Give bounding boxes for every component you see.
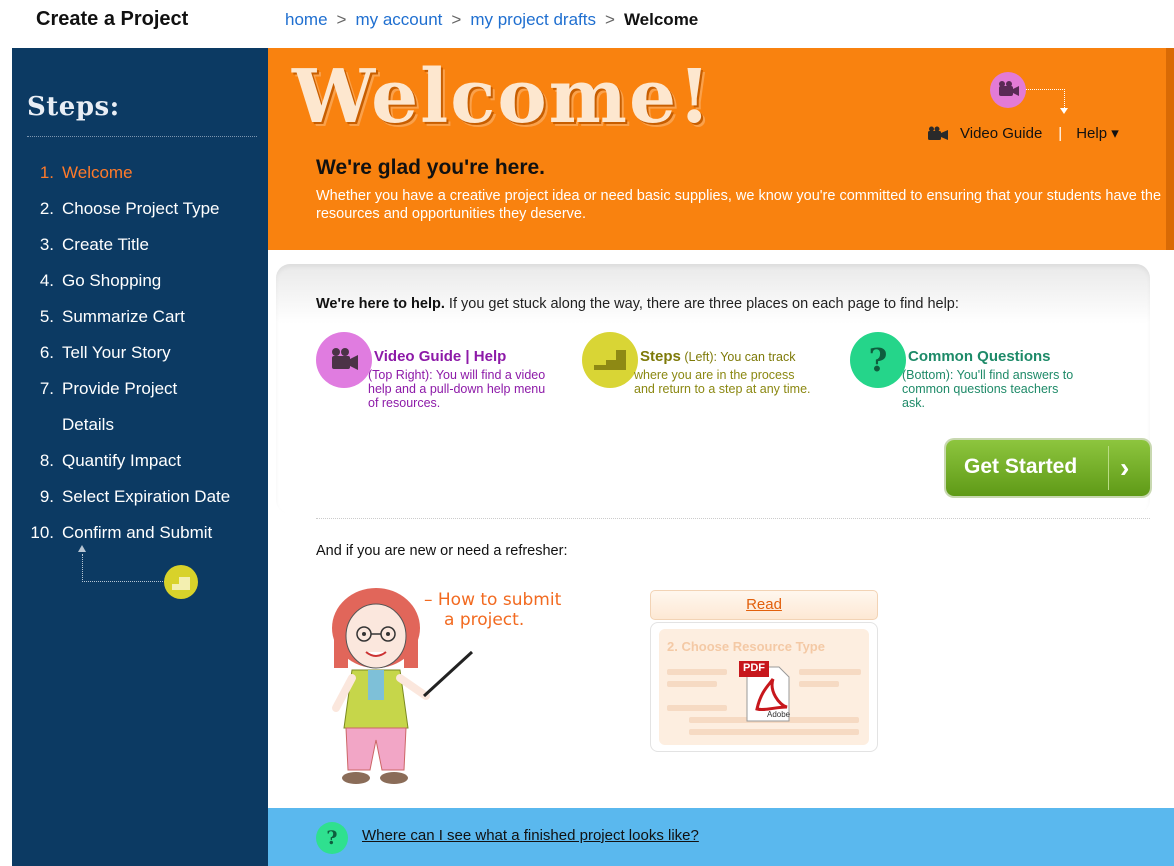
step-number: 10. — [30, 523, 54, 542]
hero-edge — [1166, 48, 1174, 250]
steps-help-inline: (Left): You can track — [680, 350, 796, 364]
question-icon: ? — [316, 822, 348, 854]
finished-project-link[interactable]: Where can I see what a finished project … — [362, 827, 699, 844]
welcome-text: Whether you have a creative project idea… — [316, 188, 1162, 222]
link-separator: | — [1058, 124, 1063, 142]
video-guide-label: Video Guide — [960, 124, 1043, 142]
pdf-label: PDF — [743, 662, 765, 674]
step-label: Go Shopping — [62, 271, 162, 290]
steps-help-title: Steps (Left): You can track — [640, 348, 796, 365]
steps-title: Steps: — [27, 92, 120, 122]
adobe-label: Adobe — [767, 710, 791, 719]
breadcrumb-separator: > — [336, 10, 347, 29]
step-item-choose-project-type[interactable]: 2. Choose Project Type — [12, 194, 262, 230]
pdf-icon: PDF Adobe — [739, 661, 795, 723]
doc-preview: 2. Choose Resource Type PDF Adobe — [659, 629, 869, 745]
step-number: 3. — [39, 235, 54, 254]
steps-sidebar: Steps: 1. Welcome 2. Choose Project Type 3… — [12, 48, 268, 866]
step-label: Choose Project Type — [62, 199, 220, 218]
step-number: 4. — [39, 271, 54, 290]
step-label: Welcome — [62, 163, 133, 182]
button-divider — [1108, 446, 1109, 490]
step-number: 5. — [39, 307, 54, 326]
step-label: Quantify Impact — [62, 451, 182, 470]
questions-help-desc: (Bottom): You'll find answers to common … — [902, 368, 1074, 410]
refresher-text: And if you are new or need a refresher: — [316, 543, 568, 559]
help-intro-bold: We're here to help. — [316, 296, 445, 312]
breadcrumb-current: Welcome — [623, 10, 699, 29]
steps-divider — [27, 136, 257, 137]
video-help-title: Video Guide | Help — [374, 348, 507, 365]
question-icon: ? — [850, 332, 906, 388]
step-item-confirm-and-submit[interactable]: 10. Confirm and Submit — [12, 518, 262, 554]
step-item-welcome[interactable]: 1. Welcome — [12, 158, 262, 194]
steps-help-title-bold: Steps — [640, 348, 681, 365]
help-intro: We're here to help. If you get stuck alo… — [316, 296, 959, 312]
help-dropdown[interactable]: Help ▾ — [1076, 124, 1119, 142]
down-arrow-icon — [1060, 108, 1068, 114]
step-number: 6. — [39, 343, 54, 362]
step-number: 1. — [39, 163, 54, 182]
questions-help-title: Common Questions — [908, 348, 1051, 365]
welcome-title: Welcome! — [292, 54, 713, 140]
step-label: Summarize Cart — [62, 307, 185, 326]
steps-stairs-icon — [582, 332, 638, 388]
steps-list: 1. Welcome 2. Choose Project Type 3. Create… — [12, 158, 262, 554]
video-guide-link[interactable]: Video Guide — [928, 125, 1042, 142]
step-number: 9. — [39, 487, 54, 506]
step-item-provide-project-details[interactable]: 7. Provide Project Details — [12, 374, 262, 446]
page-title: Create a Project — [36, 8, 189, 30]
breadcrumb-separator: > — [451, 10, 462, 29]
steps-help-desc: where you are in the process and return … — [634, 368, 811, 396]
step-label: Provide Project Details — [62, 379, 178, 434]
top-bar: Create a Project home > my account > my proj… — [0, 0, 1174, 46]
common-questions-bar: ? Where can I see what a finished projec… — [268, 808, 1174, 866]
video-camera-icon — [928, 126, 948, 140]
step-item-quantify-impact[interactable]: 8. Quantify Impact — [12, 446, 262, 482]
caption-line-1: – How to submit — [424, 590, 562, 610]
read-link[interactable]: Read — [746, 596, 782, 613]
help-intro-text: If you get stuck along the way, there ar… — [444, 296, 959, 312]
step-item-summarize-cart[interactable]: 5. Summarize Cart — [12, 302, 262, 338]
chevron-right-icon: › — [1120, 452, 1130, 483]
dotted-connector — [82, 554, 175, 582]
pdf-preview-card[interactable]: 2. Choose Resource Type PDF Adobe — [650, 622, 878, 752]
breadcrumb-separator: > — [605, 10, 615, 29]
breadcrumb-home[interactable]: home — [285, 10, 328, 29]
step-item-select-expiration-date[interactable]: 9. Select Expiration Date — [12, 482, 262, 518]
breadcrumb: home > my account > my project drafts > Welcom… — [285, 10, 698, 30]
section-divider — [316, 518, 1150, 519]
breadcrumb-my-project-drafts[interactable]: my project drafts — [470, 10, 596, 29]
step-number: 8. — [39, 451, 54, 470]
caption-line-2: a project. — [444, 610, 525, 630]
breadcrumb-my-account[interactable]: my account — [355, 10, 442, 29]
step-label: Tell Your Story — [62, 343, 171, 362]
get-started-button[interactable]: Get Started › — [946, 440, 1150, 496]
video-camera-icon — [316, 332, 372, 388]
step-number: 7. — [39, 379, 54, 398]
how-to-submit-caption: – How to submit a project. — [424, 590, 561, 630]
step-number: 2. — [39, 199, 54, 218]
read-tab: Read — [650, 590, 878, 620]
video-camera-icon — [990, 72, 1026, 108]
step-item-create-title[interactable]: 3. Create Title — [12, 230, 262, 266]
step-label: Confirm and Submit — [62, 523, 213, 542]
get-started-label: Get Started — [964, 455, 1078, 478]
step-label: Create Title — [62, 235, 149, 254]
up-arrow-icon — [78, 545, 86, 552]
steps-stairs-icon — [164, 565, 198, 599]
help-links: Video Guide | Help ▾ — [928, 124, 1119, 142]
step-item-go-shopping[interactable]: 4. Go Shopping — [12, 266, 262, 302]
step-item-tell-your-story[interactable]: 6. Tell Your Story — [12, 338, 262, 374]
welcome-heading: We're glad you're here. — [316, 156, 546, 179]
dotted-connector — [1026, 89, 1065, 110]
doc-heading: 2. Choose Resource Type — [667, 639, 825, 654]
step-label: Select Expiration Date — [62, 487, 231, 506]
video-help-desc: (Top Right): You will find a video help … — [368, 368, 546, 410]
welcome-hero: Welcome! Video Guide | Help ▾ We're glad… — [268, 48, 1174, 250]
